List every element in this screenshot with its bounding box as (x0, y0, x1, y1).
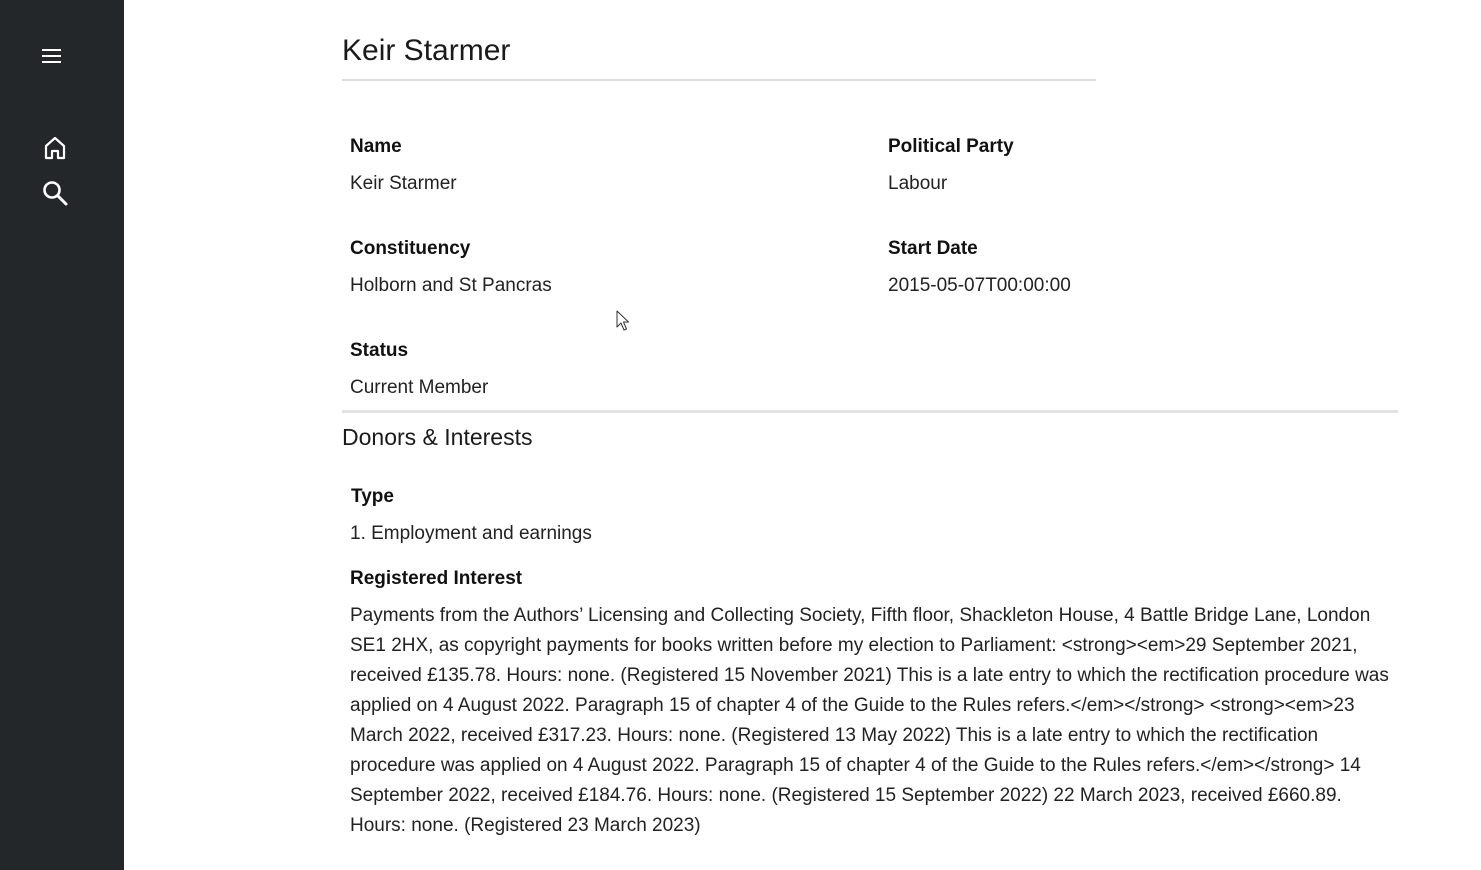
party-value: Labour (888, 173, 948, 194)
home-icon[interactable] (35, 128, 75, 168)
section-divider (342, 410, 1398, 413)
search-icon[interactable] (35, 173, 75, 213)
title-divider (342, 79, 1096, 81)
sidebar (0, 0, 124, 870)
hamburger-menu-icon[interactable] (32, 36, 72, 76)
name-label: Name (350, 136, 402, 157)
type-value: 1. Employment and earnings (350, 523, 592, 544)
party-label: Political Party (888, 136, 1014, 157)
mouse-cursor-icon (616, 310, 630, 337)
constituency-value: Holborn and St Pancras (350, 275, 552, 296)
page-title: Keir Starmer (342, 34, 511, 67)
registered-interest-text: Payments from the Authors’ Licensing and… (350, 605, 1389, 836)
start-date-label: Start Date (888, 238, 978, 259)
name-value: Keir Starmer (350, 173, 457, 194)
start-date-value: 2015-05-07T00:00:00 (888, 275, 1071, 296)
registered-interest-label: Registered Interest (350, 568, 523, 589)
constituency-label: Constituency (350, 238, 471, 259)
status-label: Status (350, 340, 409, 361)
section-title: Donors & Interests (342, 424, 533, 450)
status-value: Current Member (350, 377, 489, 398)
type-label: Type (351, 486, 394, 507)
